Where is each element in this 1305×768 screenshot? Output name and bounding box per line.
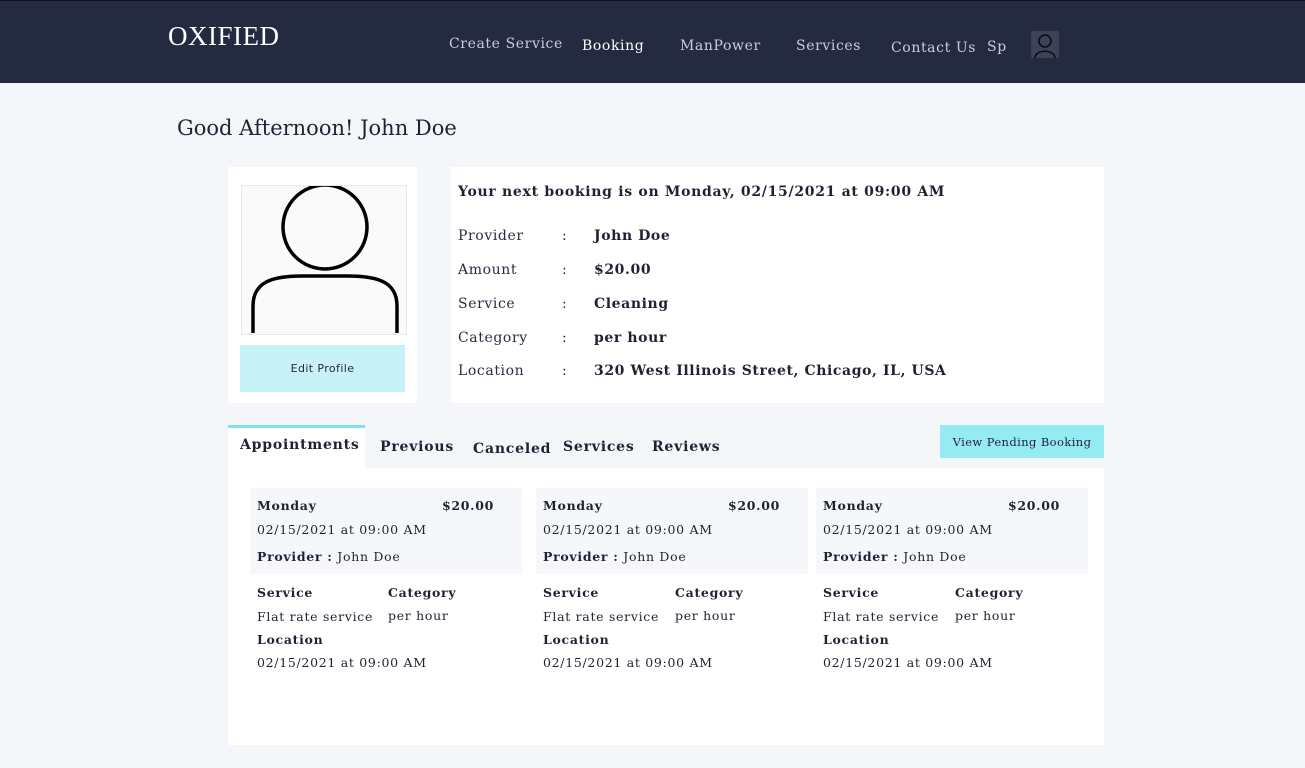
info-colon: : (562, 296, 567, 312)
info-colon: : (562, 228, 567, 244)
info-label: Service (458, 296, 516, 312)
appointment-card[interactable]: Monday $20.00 02/15/2021 at 09:00 AM Pro… (250, 488, 522, 678)
appointment-card-header: Monday $20.00 02/15/2021 at 09:00 AM Pro… (250, 488, 522, 574)
location-value: 02/15/2021 at 09:00 AM (823, 655, 993, 670)
user-avatar-icon[interactable] (1031, 31, 1059, 58)
appointment-day: Monday (543, 498, 603, 513)
tab-services[interactable]: Services (563, 439, 635, 455)
category-value: per hour (955, 608, 1016, 623)
nav-manpower[interactable]: ManPower (680, 38, 761, 54)
info-value: 320 West Illinois Street, Chicago, IL, U… (594, 363, 947, 379)
tab-bar: Appointments Previous Canceled Services … (228, 425, 1104, 468)
info-label: Amount (458, 262, 518, 278)
location-value: 02/15/2021 at 09:00 AM (257, 655, 427, 670)
service-value: Flat rate service (257, 609, 374, 624)
appointment-price: $20.00 (727, 498, 780, 513)
service-label: Service (257, 585, 314, 600)
provider-name: John Doe (898, 549, 967, 564)
info-colon: : (562, 330, 567, 346)
info-label: Provider (458, 228, 524, 244)
location-label: Location (823, 632, 890, 647)
appointment-day: Monday (257, 498, 317, 513)
provider-label: Provider : (823, 549, 899, 564)
next-booking-title: Your next booking is on Monday, 02/15/20… (458, 184, 946, 200)
appointment-card[interactable]: Monday $20.00 02/15/2021 at 09:00 AM Pro… (536, 488, 808, 678)
appointment-provider: Provider : John Doe (823, 549, 966, 564)
tab-reviews[interactable]: Reviews (652, 439, 720, 455)
profile-card: Edit Profile (228, 167, 417, 403)
info-row-provider: Provider : John Doe (458, 228, 1098, 248)
info-row-service: Service : Cleaning (458, 296, 1098, 316)
category-value: per hour (388, 608, 449, 623)
appointment-price: $20.00 (1007, 498, 1060, 513)
top-navbar: OXIFIED Create Service Booking ManPower … (0, 0, 1305, 83)
provider-label: Provider : (543, 549, 619, 564)
info-colon: : (562, 262, 567, 278)
page-title: Good Afternoon! John Doe (177, 116, 457, 140)
category-label: Category (388, 585, 457, 600)
appointment-date: 02/15/2021 at 09:00 AM (823, 522, 993, 537)
appointment-card-header: Monday $20.00 02/15/2021 at 09:00 AM Pro… (816, 488, 1088, 574)
provider-name: John Doe (332, 549, 401, 564)
user-silhouette-icon (241, 185, 407, 335)
info-value: $20.00 (594, 262, 652, 278)
service-label: Service (543, 585, 600, 600)
nav-contact-us[interactable]: Contact Us (891, 40, 976, 56)
logo[interactable]: OXIFIED (168, 21, 280, 52)
service-label: Service (823, 585, 880, 600)
appointment-price: $20.00 (441, 498, 494, 513)
view-pending-booking-button[interactable]: View Pending Booking (940, 425, 1104, 458)
tab-previous[interactable]: Previous (380, 439, 454, 455)
location-label: Location (543, 632, 610, 647)
service-value: Flat rate service (543, 609, 660, 624)
edit-profile-button[interactable]: Edit Profile (240, 345, 405, 392)
appointment-date: 02/15/2021 at 09:00 AM (543, 522, 713, 537)
service-value: Flat rate service (823, 609, 940, 624)
info-row-amount: Amount : $20.00 (458, 262, 1098, 282)
category-value: per hour (675, 608, 736, 623)
nav-booking[interactable]: Booking (582, 38, 644, 54)
info-value: John Doe (594, 228, 671, 244)
next-booking-card: Your next booking is on Monday, 02/15/20… (451, 167, 1104, 403)
location-value: 02/15/2021 at 09:00 AM (543, 655, 713, 670)
info-value: Cleaning (594, 296, 669, 312)
info-row-category: Category : per hour (458, 330, 1098, 350)
tab-appointments[interactable]: Appointments (228, 425, 365, 468)
appointment-date: 02/15/2021 at 09:00 AM (257, 522, 427, 537)
category-label: Category (675, 585, 744, 600)
appointment-card[interactable]: Monday $20.00 02/15/2021 at 09:00 AM Pro… (816, 488, 1088, 678)
appointment-card-header: Monday $20.00 02/15/2021 at 09:00 AM Pro… (536, 488, 808, 574)
nav-create-service[interactable]: Create Service (449, 36, 563, 52)
appointment-provider: Provider : John Doe (257, 549, 400, 564)
appointment-provider: Provider : John Doe (543, 549, 686, 564)
category-label: Category (955, 585, 1024, 600)
info-row-location: Location : 320 West Illinois Street, Chi… (458, 363, 1098, 383)
tab-canceled[interactable]: Canceled (473, 441, 551, 457)
appointment-day: Monday (823, 498, 883, 513)
info-label: Category (458, 330, 528, 346)
location-label: Location (257, 632, 324, 647)
info-colon: : (562, 363, 567, 379)
info-value: per hour (594, 330, 667, 346)
nav-sp[interactable]: Sp (987, 39, 1007, 55)
info-label: Location (458, 363, 525, 379)
nav-services[interactable]: Services (796, 38, 861, 54)
provider-name: John Doe (618, 549, 687, 564)
provider-label: Provider : (257, 549, 333, 564)
